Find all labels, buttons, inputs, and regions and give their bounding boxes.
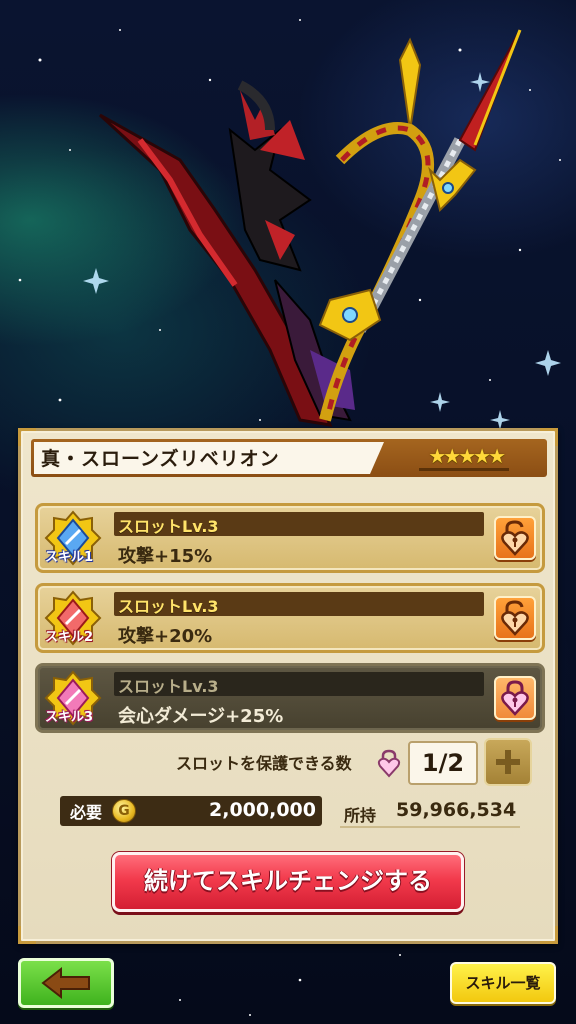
protect-lock-icon bbox=[377, 749, 401, 778]
unlocked-heart-icon bbox=[501, 520, 529, 556]
owned-underline bbox=[340, 826, 520, 828]
skill-list-button[interactable]: スキル一覧 bbox=[450, 962, 556, 1004]
weapon-title-bar: 真・スローンズリベリオン ★★★★★ bbox=[31, 439, 547, 477]
skill-slot-3[interactable]: スキル3 スロットLv.3 会心ダメージ+25% bbox=[35, 663, 545, 733]
continue-skill-change-button[interactable]: 続けてスキルチェンジする bbox=[112, 852, 464, 912]
required-label: 必要 bbox=[70, 803, 103, 822]
unlock-toggle-button[interactable] bbox=[494, 596, 536, 640]
left-arrow-icon bbox=[41, 966, 90, 1000]
owned-label: 所持 bbox=[344, 806, 377, 825]
slot-effect: 会心ダメージ+25% bbox=[118, 706, 284, 727]
slot-level: スロットLv.3 bbox=[118, 597, 219, 616]
owned-amount: 59,966,534 bbox=[396, 799, 517, 821]
rarity-underline bbox=[419, 468, 509, 471]
protect-slots-label: スロットを保護できる数 bbox=[176, 754, 352, 773]
skill-slot-2[interactable]: スキル2 スロットLv.3 攻撃+20% bbox=[35, 583, 545, 653]
back-button[interactable] bbox=[18, 958, 114, 1008]
required-amount: 2,000,000 bbox=[209, 799, 316, 821]
slot-level: スロットLv.3 bbox=[118, 517, 219, 536]
gold-coin-icon: G bbox=[112, 799, 136, 823]
skill-1-label: スキル1 bbox=[44, 550, 94, 565]
unlock-toggle-button[interactable] bbox=[494, 516, 536, 560]
skill-2-label: スキル2 bbox=[44, 630, 94, 645]
slot-effect: 攻撃+15% bbox=[118, 546, 213, 567]
protect-count: 1/2 bbox=[408, 741, 478, 785]
rarity-stars: ★★★★★ bbox=[428, 444, 506, 468]
locked-heart-icon bbox=[501, 680, 529, 716]
slot-effect: 攻撃+20% bbox=[118, 626, 213, 647]
panel-corner bbox=[18, 926, 36, 944]
skill-slot-1[interactable]: スキル1 スロットLv.3 攻撃+15% bbox=[35, 503, 545, 573]
lock-toggle-button[interactable] bbox=[494, 676, 536, 720]
weapon-artwork bbox=[98, 29, 522, 427]
add-protect-button[interactable] bbox=[484, 738, 532, 786]
slot-level: スロットLv.3 bbox=[118, 677, 219, 696]
skill-3-label: スキル3 bbox=[44, 710, 94, 725]
unlocked-heart-icon bbox=[501, 600, 529, 636]
panel-corner bbox=[540, 926, 558, 944]
weapon-name: 真・スローンズリベリオン bbox=[41, 448, 280, 470]
